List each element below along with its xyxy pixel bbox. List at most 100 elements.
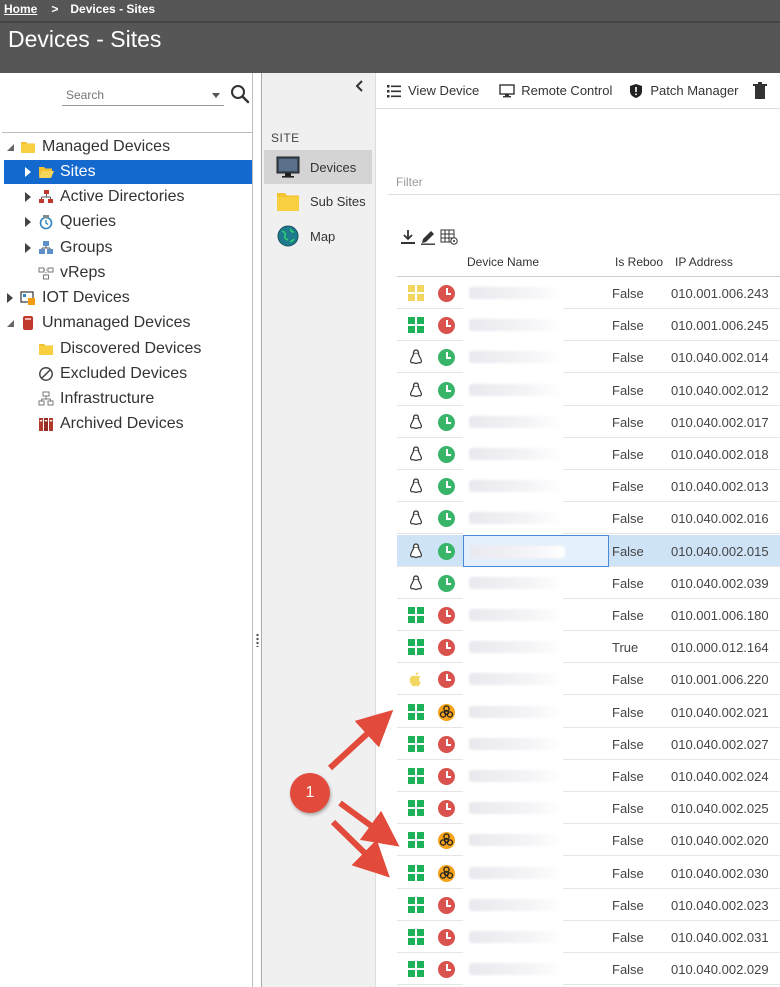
site-item-sub-sites[interactable]: Sub Sites [264, 184, 372, 218]
device-name-cell[interactable] [463, 696, 564, 728]
device-name-cell[interactable] [463, 760, 564, 792]
table-row[interactable]: False 010.001.006.180 [397, 599, 780, 631]
device-name-cell[interactable] [463, 728, 564, 760]
splitter-handle-icon[interactable] [256, 633, 259, 647]
table-row[interactable]: False 010.040.002.020 [397, 824, 780, 856]
table-row[interactable]: False 010.040.002.017 [397, 406, 780, 438]
navigation-pane: Managed Devices Sites Active Directories… [0, 73, 253, 987]
table-row[interactable]: False 010.040.002.021 [397, 696, 780, 728]
is-reboot-cell: False [612, 286, 644, 301]
view-device-button[interactable]: View Device [386, 83, 479, 99]
table-row[interactable]: False 010.040.002.029 [397, 953, 780, 985]
biohazard-icon [438, 865, 455, 882]
device-name-cell[interactable] [463, 631, 564, 663]
ip-address-cell: 010.040.002.025 [671, 801, 769, 816]
table-row[interactable]: False 010.040.002.039 [397, 567, 780, 599]
devices-grid-panel: View Device Remote Control Patch Manager… [375, 73, 780, 987]
breadcrumb-home-link[interactable]: Home [4, 2, 37, 16]
search-input[interactable] [62, 86, 202, 104]
table-row[interactable]: False 010.040.002.025 [397, 792, 780, 824]
device-name-cell[interactable] [463, 535, 609, 567]
edit-icon[interactable] [420, 229, 436, 245]
device-name-cell[interactable] [463, 567, 564, 599]
tree-item-managed-devices[interactable]: Managed Devices [4, 135, 252, 159]
tree-item-groups[interactable]: Groups [22, 236, 252, 260]
tree-item-label: IOT Devices [42, 289, 130, 306]
search-dropdown-icon[interactable] [212, 93, 220, 98]
device-name-cell[interactable] [463, 792, 564, 824]
table-row[interactable]: False 010.001.006.220 [397, 663, 780, 695]
collapse-icon[interactable] [4, 143, 16, 151]
column-header-is-reboot[interactable]: Is Reboo [615, 255, 663, 269]
device-name-cell[interactable] [463, 438, 564, 470]
tree-item-infrastructure[interactable]: Infrastructure [22, 387, 252, 411]
table-row[interactable]: False 010.001.006.243 [397, 277, 780, 309]
tree-item-sites[interactable]: Sites [4, 160, 252, 184]
column-header-ip-address[interactable]: IP Address [675, 255, 733, 269]
collapse-panel-icon[interactable] [354, 79, 364, 93]
device-name-cell[interactable] [463, 374, 564, 406]
table-row[interactable]: False 010.040.002.018 [397, 438, 780, 470]
is-reboot-cell: False [612, 350, 644, 365]
download-icon[interactable] [400, 229, 416, 245]
column-header-device-name[interactable]: Device Name [467, 255, 539, 269]
device-name-cell[interactable] [463, 663, 564, 695]
site-item-map[interactable]: Map [264, 219, 372, 253]
table-row[interactable]: False 010.001.006.245 [397, 309, 780, 341]
patch-manager-button[interactable]: Patch Manager [628, 83, 739, 99]
device-name-cell[interactable] [463, 341, 564, 373]
expand-icon[interactable] [22, 192, 34, 202]
table-row[interactable]: False 010.040.002.031 [397, 921, 780, 953]
table-row[interactable]: False 010.040.002.015 [397, 535, 780, 567]
expand-icon[interactable] [22, 243, 34, 253]
table-row[interactable]: False 010.040.002.016 [397, 502, 780, 534]
table-row[interactable]: True 010.000.012.164 [397, 631, 780, 663]
site-item-devices[interactable]: Devices [264, 150, 372, 184]
tree-item-discovered-devices[interactable]: Discovered Devices [22, 337, 252, 361]
table-row[interactable]: False 010.040.002.027 [397, 728, 780, 760]
remote-control-button[interactable]: Remote Control [499, 83, 612, 99]
ip-address-cell: 010.001.006.220 [671, 672, 769, 687]
device-name-cell[interactable] [463, 824, 564, 856]
ip-address-cell: 010.040.002.024 [671, 769, 769, 784]
tree-item-iot-devices[interactable]: IOT Devices [4, 286, 252, 310]
tree-item-excluded-devices[interactable]: Excluded Devices [22, 362, 252, 386]
expand-icon[interactable] [22, 217, 34, 227]
device-name-cell[interactable] [463, 953, 564, 985]
table-row[interactable]: False 010.040.002.014 [397, 341, 780, 373]
tree-item-active-directories[interactable]: Active Directories [22, 185, 252, 209]
device-name-cell[interactable] [463, 857, 564, 889]
collapse-icon[interactable] [4, 319, 16, 327]
table-row[interactable]: False 010.040.002.023 [397, 889, 780, 921]
network-icon [39, 190, 53, 203]
redacted-text [469, 512, 564, 524]
device-name-cell[interactable] [463, 889, 564, 921]
status-online-icon [438, 382, 455, 399]
device-name-cell[interactable] [463, 921, 564, 953]
delete-icon[interactable] [752, 81, 767, 100]
tree-item-queries[interactable]: Queries [22, 210, 252, 234]
table-row[interactable]: False 010.040.002.024 [397, 760, 780, 792]
table-row[interactable]: False 010.040.002.012 [397, 374, 780, 406]
search-icon[interactable] [230, 84, 250, 104]
table-row[interactable]: False 010.040.002.013 [397, 470, 780, 502]
device-name-cell[interactable] [463, 599, 564, 631]
tree-item-archived-devices[interactable]: Archived Devices [22, 412, 252, 436]
device-name-cell[interactable] [463, 309, 564, 341]
expand-icon[interactable] [22, 167, 34, 177]
redacted-text [469, 384, 564, 396]
device-name-cell[interactable] [463, 277, 564, 309]
device-name-cell[interactable] [463, 406, 564, 438]
is-reboot-cell: False [612, 898, 644, 913]
column-settings-icon[interactable] [440, 229, 458, 245]
expand-icon[interactable] [4, 293, 16, 303]
is-reboot-cell: False [612, 769, 644, 784]
tree-item-unmanaged-devices[interactable]: Unmanaged Devices [4, 311, 252, 335]
device-name-cell[interactable] [463, 470, 564, 502]
table-row[interactable]: False 010.040.002.030 [397, 857, 780, 889]
tree-item-vreps[interactable]: vReps [22, 261, 252, 285]
device-name-cell[interactable] [463, 502, 564, 534]
filter-label[interactable]: Filter [396, 175, 423, 189]
redacted-text [469, 319, 564, 331]
is-reboot-cell: False [612, 383, 644, 398]
